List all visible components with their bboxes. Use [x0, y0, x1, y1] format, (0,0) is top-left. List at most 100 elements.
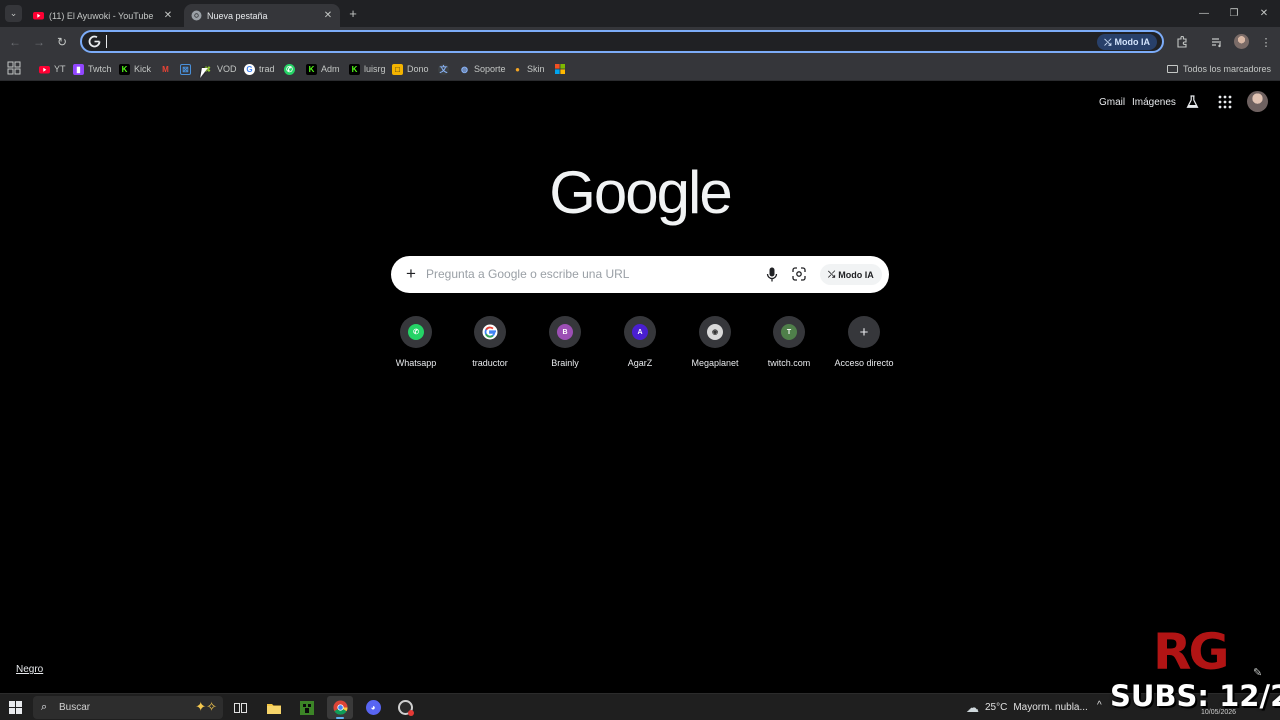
- ntp-search-box[interactable]: + Pregunta a Google o escribe una URL ⤯ …: [391, 256, 889, 293]
- labs-flask-icon[interactable]: [1186, 95, 1199, 109]
- bookmark-translate[interactable]: 文: [438, 61, 453, 77]
- address-bar[interactable]: ⤯ Modo IA: [80, 30, 1164, 53]
- discord-glyph: ◕: [365, 700, 381, 715]
- all-bookmarks-button[interactable]: Todos los marcadores: [1166, 61, 1271, 77]
- shortcut-megaplanet[interactable]: ◉ Megaplanet: [677, 314, 753, 374]
- bookmark-label: Skin: [527, 64, 545, 74]
- add-attachment-icon[interactable]: +: [403, 264, 419, 283]
- close-tab-button[interactable]: ✕: [161, 9, 175, 23]
- back-button[interactable]: ←: [7, 34, 23, 50]
- letter-a-icon: A: [632, 324, 648, 340]
- discord-icon[interactable]: ◕: [360, 696, 386, 719]
- google-lens-icon[interactable]: [792, 267, 806, 281]
- globe-icon: ◍: [461, 64, 468, 74]
- bookmark-label: Adm: [321, 64, 340, 74]
- taskbar-search[interactable]: ⌕ Buscar ✦✧: [33, 696, 223, 719]
- google-logo: Google: [549, 159, 732, 226]
- forward-button[interactable]: →: [31, 34, 47, 50]
- shortcut-brainly[interactable]: B Brainly: [527, 314, 603, 374]
- tab-title: (11) El Ayuwoki - YouTube: [49, 10, 154, 21]
- profile-avatar[interactable]: [1234, 34, 1249, 49]
- weather-desc: Mayorm. nubla...: [1013, 702, 1088, 713]
- chrome-taskbar-icon[interactable]: [327, 696, 353, 719]
- ai-search-icon: ⤯: [1104, 36, 1112, 47]
- bookmark-kick[interactable]: K Kick: [119, 61, 151, 77]
- ai-mode-button[interactable]: ⤯ Modo IA: [820, 264, 882, 285]
- shortcut-whatsapp[interactable]: ✆ Whatsapp: [378, 314, 454, 374]
- shortcut-agarz[interactable]: A AgarZ: [602, 314, 678, 374]
- media-controls-icon[interactable]: [1209, 34, 1225, 50]
- ai-mode-button[interactable]: ⤯ Modo IA: [1097, 34, 1157, 50]
- images-link-label: Imágenes: [1132, 96, 1176, 108]
- bookmark-yt[interactable]: YT: [39, 61, 66, 77]
- menu-kebab-icon[interactable]: ⋮: [1258, 34, 1274, 50]
- obs-icon[interactable]: [392, 696, 418, 719]
- windows-taskbar: ⌕ Buscar ✦✧ ◕ ☁ 25°C Mayorm. nubla... ^: [0, 693, 1280, 720]
- shortcut-label: Acceso directo: [834, 358, 894, 368]
- task-view-icon[interactable]: [227, 696, 253, 719]
- bookmark-trad[interactable]: G trad: [244, 61, 275, 77]
- bookmark-soporte[interactable]: ◍ Soporte: [459, 61, 506, 77]
- theme-attribution-link[interactable]: Negro: [16, 664, 43, 675]
- bookmark-microsoft[interactable]: [554, 61, 569, 77]
- bookmark-label: YT: [54, 64, 66, 74]
- youtube-icon: [39, 64, 50, 75]
- shortcut-label: Whatsapp: [395, 358, 437, 368]
- tab-title: Nueva pestaña: [207, 10, 268, 21]
- overlay-logo: RG: [1153, 623, 1230, 681]
- bookmark-gmail[interactable]: M: [160, 61, 175, 77]
- recording-dot-icon: [407, 710, 414, 716]
- windows-start-icon[interactable]: [9, 701, 22, 714]
- bookmark-twtch[interactable]: ▮ Twtch: [73, 61, 112, 77]
- bookmark-luisrg[interactable]: K luisrg: [349, 61, 386, 77]
- minecraft-icon[interactable]: [294, 696, 320, 719]
- folder-icon: [1166, 65, 1178, 73]
- bookmark-skin[interactable]: ● Skin: [512, 61, 545, 77]
- shortcut-add[interactable]: + Acceso directo: [826, 314, 902, 374]
- restore-button[interactable]: ❐: [1226, 5, 1242, 21]
- apps-grid-icon[interactable]: [7, 61, 21, 75]
- bookmark-whatsapp[interactable]: ✆: [284, 61, 299, 77]
- kick-icon: K: [119, 63, 130, 75]
- youtube-icon: [33, 10, 44, 21]
- new-tab-button[interactable]: +: [346, 6, 360, 21]
- weather-widget[interactable]: ☁ 25°C Mayorm. nubla...: [966, 699, 1088, 716]
- reload-button[interactable]: ↻: [54, 34, 70, 50]
- bookmark-grid-site[interactable]: ⊠: [180, 61, 195, 77]
- twitch-icon: ▮: [73, 63, 84, 75]
- ai-mode-label: Modo IA: [838, 269, 874, 280]
- ai-search-icon: ⤯: [828, 269, 836, 279]
- close-tab-button[interactable]: ✕: [321, 9, 335, 23]
- gmail-link[interactable]: Gmail: [1099, 92, 1125, 112]
- shortcut-twitch[interactable]: T twitch.com: [751, 314, 827, 374]
- microphone-icon[interactable]: [766, 267, 778, 282]
- tab-search-button[interactable]: ⌄: [5, 5, 22, 22]
- ai-mode-label: Modo IA: [1114, 37, 1151, 47]
- shortcut-icon-bg: +: [848, 316, 880, 348]
- taskbar-search-label: Buscar: [59, 702, 91, 713]
- google-icon: [88, 35, 101, 48]
- tab-youtube[interactable]: (11) El Ayuwoki - YouTube ✕: [26, 4, 180, 27]
- bookmarks-bar: YT ▮ Twtch K Kick M ⊠ ✖ VOD G trad ✆ K A…: [0, 57, 1280, 81]
- extensions-icon[interactable]: [1174, 34, 1190, 50]
- add-icon: +: [859, 323, 869, 341]
- shortcut-traductor[interactable]: traductor: [452, 314, 528, 374]
- tab-new-tab[interactable]: Nueva pestaña ✕: [184, 4, 340, 27]
- google-apps-icon[interactable]: [1218, 95, 1232, 109]
- images-link[interactable]: Imágenes: [1132, 92, 1176, 112]
- bookmark-label: Kick: [134, 64, 152, 74]
- google-icon: [482, 324, 498, 340]
- obs-glyph: [397, 700, 414, 716]
- microsoft-icon: [554, 64, 565, 75]
- show-hidden-icons-button[interactable]: ^: [1097, 700, 1102, 711]
- megaplanet-icon: ◉: [707, 324, 723, 340]
- bookmark-adm[interactable]: K Adm: [306, 61, 340, 77]
- bookmark-label: VOD: [217, 64, 237, 74]
- close-window-button[interactable]: ✕: [1256, 5, 1272, 21]
- minimize-button[interactable]: —: [1196, 5, 1212, 21]
- shortcut-label: AgarZ: [627, 358, 653, 368]
- bookmark-label: luisrg: [364, 64, 386, 74]
- bookmark-dono[interactable]: □ Dono: [392, 61, 429, 77]
- file-explorer-icon[interactable]: [261, 696, 287, 719]
- account-avatar[interactable]: [1247, 91, 1268, 112]
